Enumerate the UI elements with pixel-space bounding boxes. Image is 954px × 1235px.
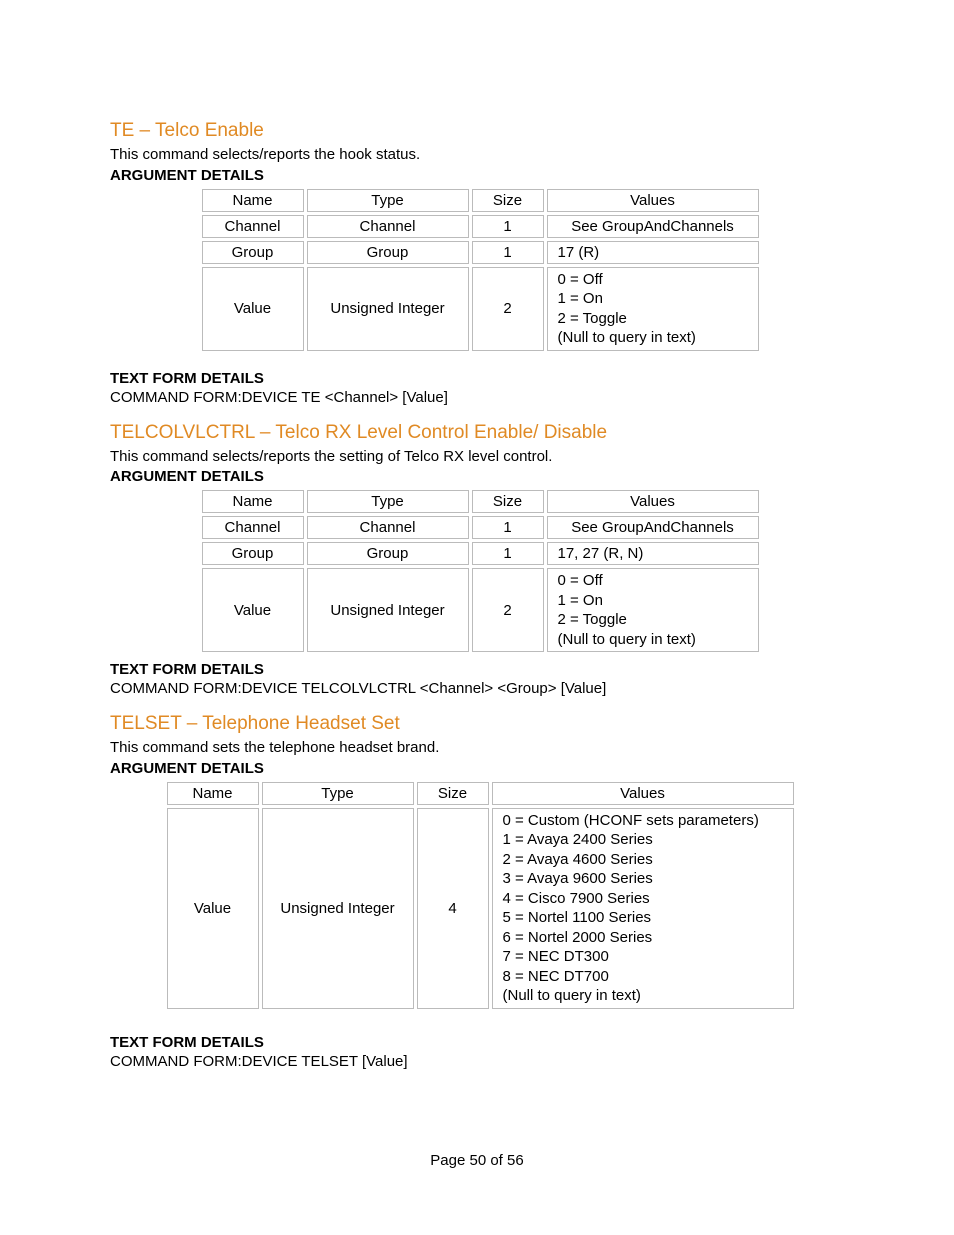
cell-name: Value: [202, 267, 304, 351]
value-line: 0 = Custom (HCONF sets parameters): [503, 811, 783, 831]
cell-name: Group: [202, 241, 304, 264]
value-line: 2 = Toggle: [558, 610, 748, 630]
page-footer: Page 50 of 56: [0, 1152, 954, 1169]
cell-name: Channel: [202, 215, 304, 238]
col-type: Type: [307, 490, 469, 513]
text-form-details-label: TEXT FORM DETAILS: [110, 370, 850, 387]
table-header-row: Name Type Size Values: [202, 189, 759, 212]
cell-type: Channel: [307, 516, 469, 539]
value-line: 8 = NEC DT700: [503, 967, 783, 987]
cell-size: 1: [472, 516, 544, 539]
col-name: Name: [167, 782, 259, 805]
value-line: (Null to query in text): [558, 328, 748, 348]
col-name: Name: [202, 490, 304, 513]
col-type: Type: [262, 782, 414, 805]
cell-type: Group: [307, 542, 469, 565]
table-row: Group Group 1 17 (R): [202, 241, 759, 264]
value-line: 4 = Cisco 7900 Series: [503, 889, 783, 909]
value-line: 0 = Off: [558, 571, 748, 591]
cell-size: 1: [472, 215, 544, 238]
section-desc-telset: This command sets the telephone headset …: [110, 739, 850, 758]
arg-table-te: Name Type Size Values Channel Channel 1 …: [199, 186, 762, 354]
value-line: 2 = Avaya 4600 Series: [503, 850, 783, 870]
col-size: Size: [417, 782, 489, 805]
col-size: Size: [472, 490, 544, 513]
text-form-telcolvlctrl: COMMAND FORM:DEVICE TELCOLVLCTRL <Channe…: [110, 680, 850, 699]
col-values: Values: [492, 782, 794, 805]
page-content: TE – Telco Enable This command selects/r…: [110, 120, 850, 1072]
table-header-row: Name Type Size Values: [167, 782, 794, 805]
section-title-telset: TELSET – Telephone Headset Set: [110, 713, 850, 735]
argument-details-label: ARGUMENT DETAILS: [110, 468, 850, 485]
col-values: Values: [547, 490, 759, 513]
value-line: 1 = On: [558, 591, 748, 611]
col-name: Name: [202, 189, 304, 212]
table-row: Value Unsigned Integer 2 0 = Off 1 = On …: [202, 568, 759, 652]
cell-values: See GroupAndChannels: [547, 516, 759, 539]
cell-type: Unsigned Integer: [262, 808, 414, 1009]
arg-table-telcolvlctrl: Name Type Size Values Channel Channel 1 …: [199, 487, 762, 655]
cell-name: Group: [202, 542, 304, 565]
argument-details-label: ARGUMENT DETAILS: [110, 167, 850, 184]
cell-values: 17, 27 (R, N): [547, 542, 759, 565]
col-size: Size: [472, 189, 544, 212]
table-row: Group Group 1 17, 27 (R, N): [202, 542, 759, 565]
section-desc-te: This command selects/reports the hook st…: [110, 146, 850, 165]
text-form-details-label: TEXT FORM DETAILS: [110, 1034, 850, 1051]
cell-values: 0 = Off 1 = On 2 = Toggle (Null to query…: [547, 568, 759, 652]
text-form-te: COMMAND FORM:DEVICE TE <Channel> [Value]: [110, 389, 850, 408]
value-line: 7 = NEC DT300: [503, 947, 783, 967]
cell-name: Channel: [202, 516, 304, 539]
table-row: Value Unsigned Integer 2 0 = Off 1 = On …: [202, 267, 759, 351]
value-line: (Null to query in text): [503, 986, 783, 1006]
cell-name: Value: [167, 808, 259, 1009]
cell-values: 0 = Off 1 = On 2 = Toggle (Null to query…: [547, 267, 759, 351]
text-form-telset: COMMAND FORM:DEVICE TELSET [Value]: [110, 1053, 850, 1072]
cell-type: Channel: [307, 215, 469, 238]
section-title-telcolvlctrl: TELCOLVLCTRL – Telco RX Level Control En…: [110, 422, 850, 444]
value-line: (Null to query in text): [558, 630, 748, 650]
cell-size: 1: [472, 542, 544, 565]
cell-type: Unsigned Integer: [307, 267, 469, 351]
argument-details-label: ARGUMENT DETAILS: [110, 760, 850, 777]
cell-values: See GroupAndChannels: [547, 215, 759, 238]
cell-size: 2: [472, 568, 544, 652]
cell-type: Group: [307, 241, 469, 264]
value-line: 0 = Off: [558, 270, 748, 290]
table-header-row: Name Type Size Values: [202, 490, 759, 513]
cell-size: 4: [417, 808, 489, 1009]
cell-size: 1: [472, 241, 544, 264]
section-title-te: TE – Telco Enable: [110, 120, 850, 142]
section-desc-telcolvlctrl: This command selects/reports the setting…: [110, 448, 850, 467]
cell-name: Value: [202, 568, 304, 652]
table-row: Channel Channel 1 See GroupAndChannels: [202, 516, 759, 539]
value-line: 1 = Avaya 2400 Series: [503, 830, 783, 850]
table-row: Channel Channel 1 See GroupAndChannels: [202, 215, 759, 238]
cell-type: Unsigned Integer: [307, 568, 469, 652]
value-line: 1 = On: [558, 289, 748, 309]
cell-values: 0 = Custom (HCONF sets parameters) 1 = A…: [492, 808, 794, 1009]
value-line: 2 = Toggle: [558, 309, 748, 329]
value-line: 5 = Nortel 1100 Series: [503, 908, 783, 928]
cell-values: 17 (R): [547, 241, 759, 264]
cell-size: 2: [472, 267, 544, 351]
col-type: Type: [307, 189, 469, 212]
value-line: 3 = Avaya 9600 Series: [503, 869, 783, 889]
value-line: 6 = Nortel 2000 Series: [503, 928, 783, 948]
col-values: Values: [547, 189, 759, 212]
text-form-details-label: TEXT FORM DETAILS: [110, 661, 850, 678]
arg-table-telset: Name Type Size Values Value Unsigned Int…: [164, 779, 797, 1012]
table-row: Value Unsigned Integer 4 0 = Custom (HCO…: [167, 808, 794, 1009]
